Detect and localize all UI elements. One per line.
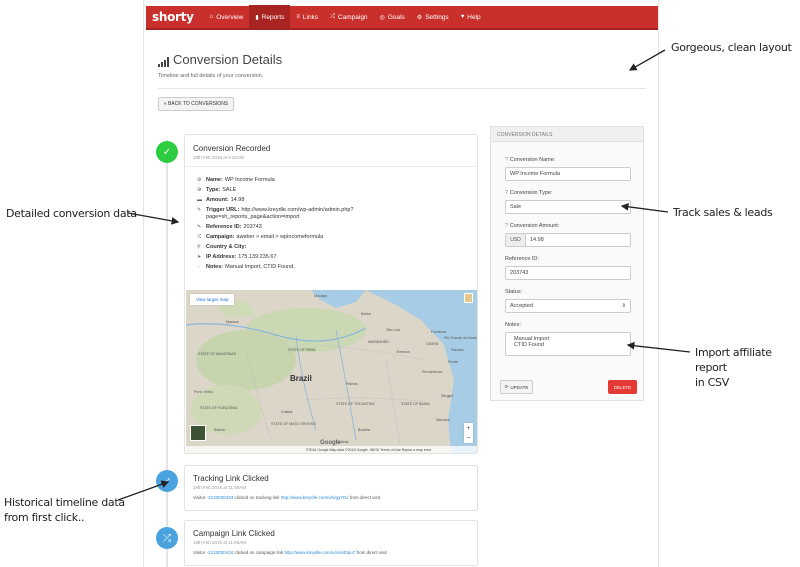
annotation-arrows: [117, 49, 691, 501]
